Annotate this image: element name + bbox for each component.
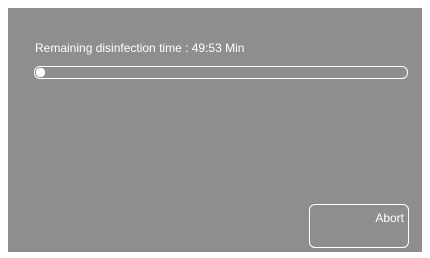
abort-button[interactable]: Abort — [309, 204, 409, 248]
abort-button-label: Abort — [375, 211, 404, 225]
remaining-time-label: Remaining disinfection time : 49:53 Min — [35, 41, 245, 55]
progress-fill — [36, 68, 45, 77]
disinfection-screen: Remaining disinfection time : 49:53 Min … — [8, 8, 422, 252]
disinfection-progress-bar — [34, 66, 408, 79]
